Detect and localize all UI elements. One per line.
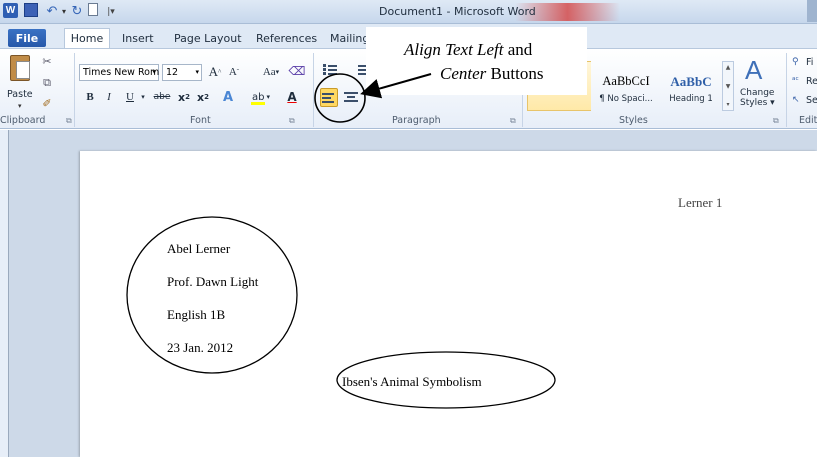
font-color-button[interactable]: A: [281, 88, 303, 106]
word-logo-icon[interactable]: W: [3, 3, 18, 18]
format-painter-icon[interactable]: ✐: [40, 97, 54, 110]
annotation-callout: [366, 27, 587, 95]
customize-quick-access-icon[interactable]: |▾: [107, 3, 115, 20]
undo-icon[interactable]: ↶: [45, 3, 59, 20]
tab-file[interactable]: File: [8, 29, 46, 47]
replace-icon: ᵃᶜ: [792, 76, 799, 86]
window-title: Document1 - Microsoft Word: [379, 5, 536, 18]
style-name: Heading 1: [669, 94, 713, 104]
left-ruler-edge: [0, 130, 9, 457]
style-name: ¶ No Spaci...: [599, 94, 653, 104]
group-label-editing: Edit: [799, 115, 817, 126]
tab-insert[interactable]: Insert: [122, 28, 154, 48]
replace-button[interactable]: ᵃᶜ Re: [792, 74, 817, 88]
highlight-button[interactable]: ab ▾: [248, 88, 274, 106]
redo-icon[interactable]: ↻: [70, 3, 84, 20]
new-document-icon[interactable]: [88, 3, 98, 16]
page-header[interactable]: Lerner 1: [678, 195, 722, 211]
find-button[interactable]: ⚲ Fi: [792, 55, 813, 69]
highlight-label: ab: [252, 91, 265, 103]
paper-title[interactable]: Ibsen's Animal Symbolism: [342, 374, 482, 390]
change-case-label: Aa: [262, 66, 276, 78]
select-button[interactable]: ↖ Se: [792, 93, 817, 107]
document-page[interactable]: Lerner 1 Abel Lerner Prof. Dawn Light En…: [80, 151, 817, 457]
grow-font-button[interactable]: A ^: [206, 63, 224, 81]
undo-dropdown-icon[interactable]: ▾: [60, 3, 68, 20]
clipboard-launcher-icon[interactable]: ⧉: [66, 116, 72, 126]
superscript-button[interactable]: x2: [196, 88, 210, 106]
heading-course[interactable]: English 1B: [167, 307, 225, 323]
paper-icon: [16, 61, 30, 79]
group-label-styles: Styles: [619, 115, 648, 126]
divider: [74, 53, 75, 127]
chevron-down-icon: ▾: [152, 68, 156, 76]
cursor-icon: ↖: [792, 95, 800, 105]
font-launcher-icon[interactable]: ⧉: [289, 116, 295, 126]
group-label-paragraph: Paragraph: [392, 115, 441, 126]
paste-label: Paste: [7, 89, 33, 100]
heading-name[interactable]: Abel Lerner: [167, 241, 230, 257]
divider: [313, 53, 314, 127]
shrink-font-button[interactable]: Aˇ: [226, 63, 242, 81]
shrink-font-label: A: [228, 66, 237, 78]
text-effects-button[interactable]: A: [216, 88, 240, 106]
styles-launcher-icon[interactable]: ⧉: [773, 116, 779, 126]
style-preview: AaBbC: [670, 74, 712, 89]
tab-mailings[interactable]: Mailing: [330, 28, 369, 48]
font-name-value: Times New Rom: [83, 67, 160, 78]
underline-button[interactable]: U: [123, 88, 137, 106]
clear-formatting-icon[interactable]: ⌫: [289, 62, 306, 80]
font-size-value: 12: [166, 67, 179, 78]
tab-references[interactable]: References: [256, 28, 317, 48]
grow-font-label: A: [208, 64, 219, 79]
cut-icon[interactable]: ✂: [40, 55, 54, 68]
change-case-button[interactable]: Aa ▾: [258, 63, 284, 81]
style-no-spacing-tile[interactable]: AaBbCcI ¶ No Spaci...: [594, 61, 658, 111]
chevron-down-icon[interactable]: ▾: [138, 88, 148, 106]
bold-button[interactable]: B: [84, 88, 96, 106]
chevron-down-icon[interactable]: ▾: [18, 102, 22, 110]
save-icon[interactable]: [24, 3, 38, 17]
font-size-dropdown[interactable]: 12 ▾: [162, 64, 202, 81]
heading-date[interactable]: 23 Jan. 2012: [167, 340, 233, 356]
document-workspace: Lerner 1 Abel Lerner Prof. Dawn Light En…: [0, 130, 817, 457]
bullets-icon[interactable]: [323, 63, 338, 77]
annotation-line-2: Center Buttons: [440, 64, 544, 83]
subscript-label: x: [178, 90, 186, 104]
chevron-down-icon[interactable]: ▼: [726, 83, 731, 90]
style-preview: AaBbCcI: [602, 74, 650, 88]
tab-home[interactable]: Home: [64, 28, 110, 48]
title-bar: W ↶ ▾ ↻ |▾ Document1 - Microsoft Word: [0, 0, 817, 24]
align-left-button[interactable]: [320, 88, 338, 107]
change-styles-label: Change Styles ▾: [740, 88, 775, 108]
tab-page-layout[interactable]: Page Layout: [174, 28, 242, 48]
strikethrough-button[interactable]: abe: [152, 88, 172, 106]
font-name-dropdown[interactable]: Times New Rom ▾: [79, 64, 159, 81]
chevron-down-icon: ▾: [195, 68, 199, 76]
align-center-button[interactable]: [342, 88, 360, 107]
subscript-button[interactable]: x2: [177, 88, 191, 106]
superscript-label: x: [197, 90, 205, 104]
change-styles-icon: A: [745, 55, 763, 85]
heading-instructor[interactable]: Prof. Dawn Light: [167, 274, 258, 290]
style-heading-1-tile[interactable]: AaBbC Heading 1: [660, 61, 722, 111]
binoculars-icon: ⚲: [792, 57, 799, 67]
group-label-font: Font: [190, 115, 211, 126]
paste-button[interactable]: Paste ▾: [7, 51, 34, 111]
window-controls[interactable]: [807, 0, 817, 22]
group-label-clipboard: Clipboard: [0, 115, 46, 126]
chevron-up-icon[interactable]: ▲: [726, 64, 731, 71]
copy-icon[interactable]: ⧉: [40, 76, 54, 89]
highlight-color-bar: [251, 102, 265, 105]
paragraph-launcher-icon[interactable]: ⧉: [510, 116, 516, 126]
italic-button[interactable]: I: [103, 88, 115, 106]
change-styles-button[interactable]: A Change Styles ▾: [738, 55, 780, 111]
more-icon[interactable]: ▾: [726, 101, 729, 108]
divider: [786, 53, 787, 127]
styles-gallery-scroll[interactable]: ▲ ▼ ▾: [722, 61, 734, 111]
annotation-line-1: Align Text Left and: [404, 40, 533, 59]
